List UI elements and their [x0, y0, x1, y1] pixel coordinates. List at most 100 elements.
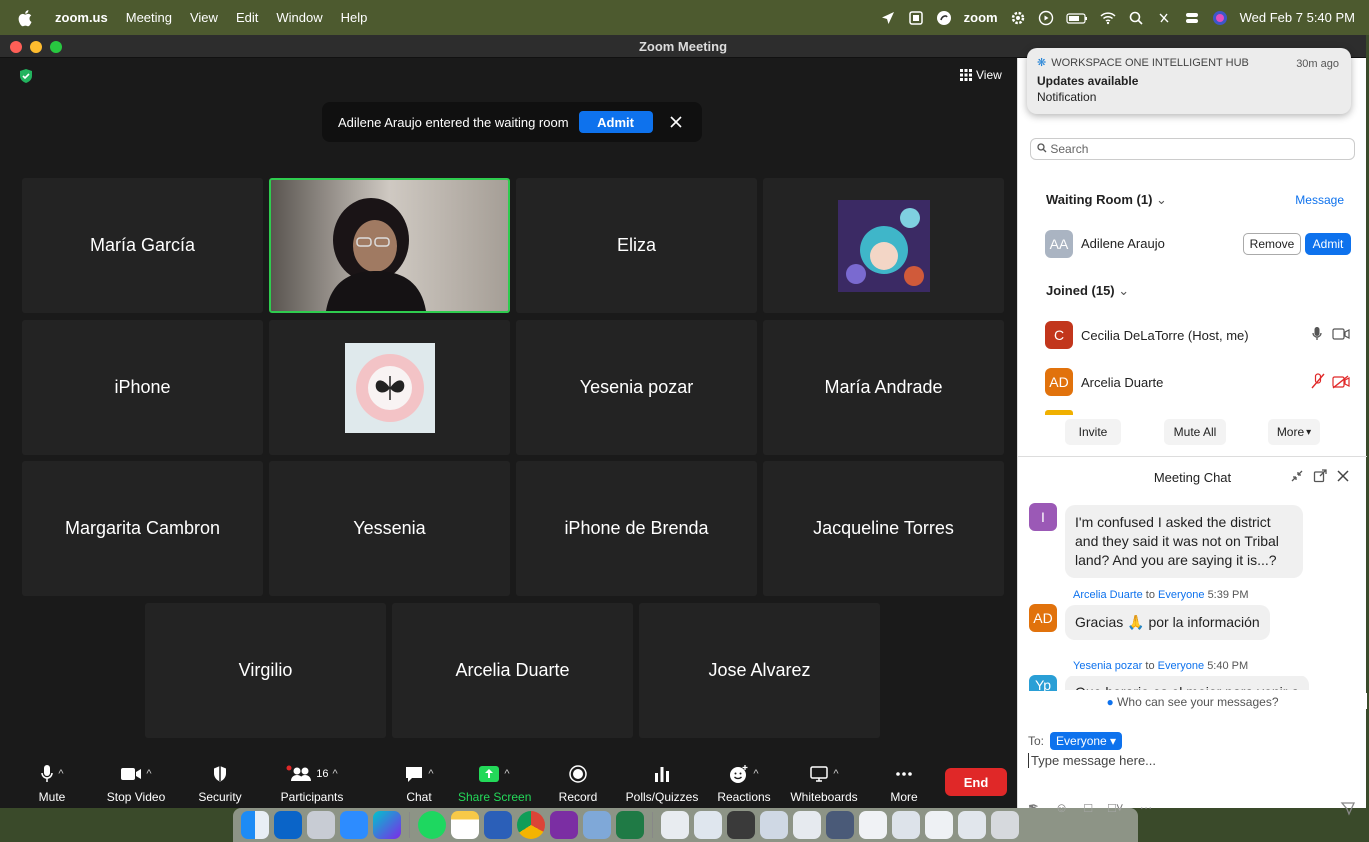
- participant-tile[interactable]: Virgilio: [145, 603, 386, 738]
- stop-video-button[interactable]: ^ Stop Video: [100, 762, 172, 804]
- recipient-dropdown[interactable]: Everyone ▾: [1050, 732, 1123, 750]
- chevron-up-icon[interactable]: ^: [58, 768, 63, 780]
- menu-help[interactable]: Help: [332, 10, 377, 25]
- bluetooth-off-icon[interactable]: [1156, 10, 1172, 26]
- window-thumbnail[interactable]: [727, 811, 755, 839]
- record-button[interactable]: Record: [556, 762, 600, 804]
- window-thumbnail[interactable]: [760, 811, 788, 839]
- participant-tile[interactable]: Margarita Cambron: [22, 461, 263, 596]
- window-thumbnail[interactable]: [859, 811, 887, 839]
- battery-icon[interactable]: [1066, 10, 1088, 26]
- mute-button[interactable]: ^ Mute: [30, 762, 74, 804]
- waiting-room-header[interactable]: Waiting Room (1) ⌄: [1046, 192, 1167, 208]
- window-thumbnail[interactable]: [793, 811, 821, 839]
- mute-all-button[interactable]: Mute All: [1164, 419, 1226, 445]
- outlook-icon[interactable]: [274, 811, 302, 839]
- reactions-button[interactable]: ^ Reactions: [714, 762, 774, 804]
- spotify-icon[interactable]: [418, 811, 446, 839]
- trash-icon[interactable]: [991, 811, 1019, 839]
- chat-message-input[interactable]: Type message here...: [1028, 753, 1156, 768]
- microphone-icon[interactable]: [1311, 326, 1323, 342]
- participant-tile[interactable]: iPhone: [22, 320, 263, 455]
- wifi-icon[interactable]: [1100, 10, 1116, 26]
- window-thumbnail[interactable]: [661, 811, 689, 839]
- participant-tile[interactable]: Yessenia: [269, 461, 510, 596]
- excel-icon[interactable]: [616, 811, 644, 839]
- chevron-up-icon[interactable]: ^: [428, 768, 433, 780]
- message-waiting-room-link[interactable]: Message: [1295, 193, 1344, 207]
- joined-header[interactable]: Joined (15) ⌄: [1046, 283, 1129, 299]
- chevron-up-icon[interactable]: ^: [753, 768, 758, 780]
- finder-icon[interactable]: [241, 811, 269, 839]
- send-icon[interactable]: [1340, 800, 1356, 816]
- menu-view[interactable]: View: [181, 10, 227, 25]
- window-thumbnail[interactable]: [694, 811, 722, 839]
- end-meeting-button[interactable]: End: [945, 768, 1007, 796]
- settings-gear-icon[interactable]: [1010, 10, 1026, 26]
- system-notification[interactable]: ❋ WORKSPACE ONE INTELLIGENT HUB 30m ago U…: [1027, 48, 1351, 114]
- location-arrow-icon[interactable]: [880, 10, 896, 26]
- participant-tile[interactable]: Eliza: [516, 178, 757, 313]
- play-circle-icon[interactable]: [1038, 10, 1054, 26]
- participant-tile-active-speaker[interactable]: [269, 178, 510, 313]
- participant-tile[interactable]: [763, 178, 1004, 313]
- who-can-see-messages[interactable]: ● Who can see your messages?: [1018, 693, 1367, 709]
- participant-tile[interactable]: iPhone de Brenda: [516, 461, 757, 596]
- invite-button[interactable]: Invite: [1065, 419, 1121, 445]
- video-off-icon[interactable]: [1332, 375, 1350, 389]
- collapse-icon[interactable]: [1290, 469, 1304, 483]
- video-camera-icon[interactable]: [1332, 328, 1350, 340]
- participant-tile[interactable]: María García: [22, 178, 263, 313]
- more-button[interactable]: More: [884, 762, 924, 804]
- window-thumbnail[interactable]: [958, 811, 986, 839]
- security-button[interactable]: Security: [192, 762, 248, 804]
- participants-search-input[interactable]: Search: [1030, 138, 1355, 160]
- menubar-clock[interactable]: Wed Feb 7 5:40 PM: [1240, 10, 1355, 25]
- menu-zoom-us[interactable]: zoom.us: [46, 10, 117, 25]
- remove-button[interactable]: Remove: [1243, 233, 1301, 255]
- canva-icon[interactable]: [373, 811, 401, 839]
- chrome-icon[interactable]: [517, 811, 545, 839]
- zoom-status-text[interactable]: zoom: [964, 10, 998, 25]
- pop-out-icon[interactable]: [1313, 469, 1327, 483]
- share-screen-button[interactable]: ^ Share Screen: [458, 762, 531, 804]
- notification-admit-button[interactable]: Admit: [578, 111, 653, 133]
- apple-logo-icon[interactable]: [18, 9, 34, 27]
- grammarly-icon[interactable]: [936, 10, 952, 26]
- zoom-app-icon[interactable]: [340, 811, 368, 839]
- view-button[interactable]: View: [960, 68, 1002, 82]
- chat-button[interactable]: ^ Chat: [394, 762, 444, 804]
- control-center-icon[interactable]: [1184, 10, 1200, 26]
- whiteboards-button[interactable]: ^ Whiteboards: [788, 762, 860, 804]
- close-icon[interactable]: [1336, 469, 1350, 483]
- participant-tile[interactable]: Yesenia pozar: [516, 320, 757, 455]
- participant-tile[interactable]: Jacqueline Torres: [763, 461, 1004, 596]
- polls-quizzes-button[interactable]: Polls/Quizzes: [622, 762, 702, 804]
- window-thumbnail[interactable]: [892, 811, 920, 839]
- spotlight-search-icon[interactable]: [1128, 10, 1144, 26]
- more-dots-icon[interactable]: ···: [1140, 800, 1153, 815]
- chevron-up-icon[interactable]: ^: [833, 768, 838, 780]
- chevron-up-icon[interactable]: ^: [333, 768, 338, 780]
- screenshot-icon[interactable]: [908, 10, 924, 26]
- notes-icon[interactable]: [451, 811, 479, 839]
- participants-button[interactable]: 16 ^ Participants: [276, 762, 348, 804]
- launchpad-icon[interactable]: [307, 811, 335, 839]
- menu-edit[interactable]: Edit: [227, 10, 267, 25]
- participant-tile[interactable]: Arcelia Duarte: [392, 603, 633, 738]
- microphone-muted-icon[interactable]: [1311, 373, 1325, 389]
- chevron-up-icon[interactable]: ^: [504, 768, 509, 780]
- participant-tile[interactable]: María Andrade: [763, 320, 1004, 455]
- encryption-shield-icon[interactable]: [18, 68, 34, 84]
- siri-icon[interactable]: [1212, 10, 1228, 26]
- menu-meeting[interactable]: Meeting: [117, 10, 181, 25]
- participant-tile[interactable]: [269, 320, 510, 455]
- window-thumbnail[interactable]: [826, 811, 854, 839]
- participants-more-button[interactable]: More ▾: [1268, 419, 1320, 445]
- menu-window[interactable]: Window: [267, 10, 331, 25]
- admit-button[interactable]: Admit: [1305, 233, 1351, 255]
- preview-icon[interactable]: [583, 811, 611, 839]
- chevron-up-icon[interactable]: ^: [146, 768, 151, 780]
- close-icon[interactable]: [669, 115, 683, 129]
- window-thumbnail[interactable]: [925, 811, 953, 839]
